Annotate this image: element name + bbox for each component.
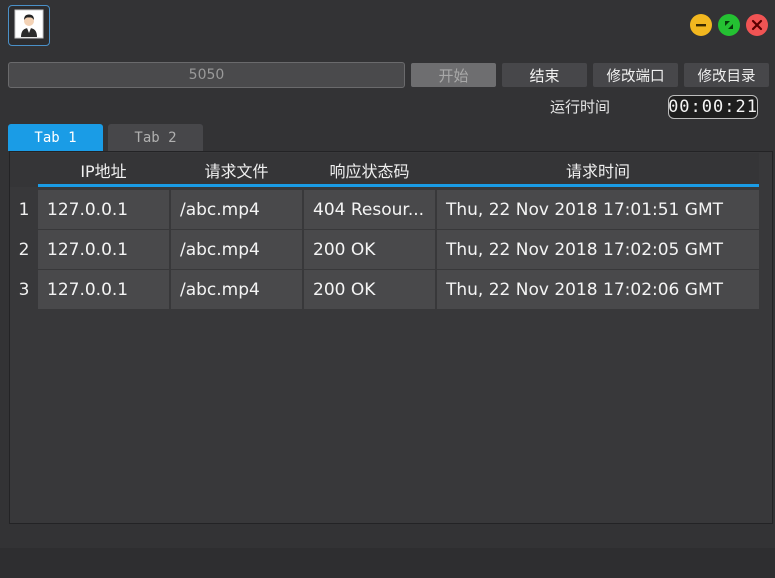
row-number[interactable]: 2 [10,230,38,270]
runtime-display: 00:00:21 [668,95,758,119]
start-button[interactable]: 开始 [411,63,496,87]
table-cell-file[interactable]: /abc.mp4 [171,270,302,309]
table-corner[interactable] [10,153,38,187]
table-cell-status[interactable]: 404 Resour... [304,190,435,229]
minimize-icon [696,24,706,27]
table-cell-time[interactable]: Thu, 22 Nov 2018 17:02:06 GMT [437,270,759,309]
status-bar [0,548,775,578]
column-header-status[interactable]: 响应状态码 [304,153,435,187]
table-cell-time[interactable]: Thu, 22 Nov 2018 17:02:05 GMT [437,230,759,269]
column-header-time[interactable]: 请求时间 [437,153,759,187]
tab-2[interactable]: Tab 2 [108,124,203,151]
avatar[interactable] [8,5,50,46]
column-header-ip[interactable]: IP地址 [38,153,169,187]
minimize-button[interactable] [690,14,712,36]
table-cell-time[interactable]: Thu, 22 Nov 2018 17:01:51 GMT [437,190,759,229]
stop-button[interactable]: 结束 [502,63,587,87]
maximize-icon [725,21,733,29]
table-cell-status[interactable]: 200 OK [304,230,435,269]
table-cell-file[interactable]: /abc.mp4 [171,190,302,229]
table-cell-file[interactable]: /abc.mp4 [171,230,302,269]
close-icon [751,19,763,31]
port-input[interactable] [8,62,405,88]
table-cell-ip[interactable]: 127.0.0.1 [38,270,169,309]
row-number[interactable]: 1 [10,190,38,230]
table-cell-ip[interactable]: 127.0.0.1 [38,230,169,269]
column-header-file[interactable]: 请求文件 [171,153,302,187]
table-cell-status[interactable]: 200 OK [304,270,435,309]
user-avatar-icon [14,9,44,43]
change-directory-button[interactable]: 修改目录 [684,63,769,87]
close-button[interactable] [746,14,768,36]
row-number[interactable]: 3 [10,270,38,310]
runtime-label: 运行时间 [550,98,611,116]
change-port-button[interactable]: 修改端口 [593,63,678,87]
table-cell-ip[interactable]: 127.0.0.1 [38,190,169,229]
tab-1[interactable]: Tab 1 [8,124,103,151]
maximize-button[interactable] [718,14,740,36]
